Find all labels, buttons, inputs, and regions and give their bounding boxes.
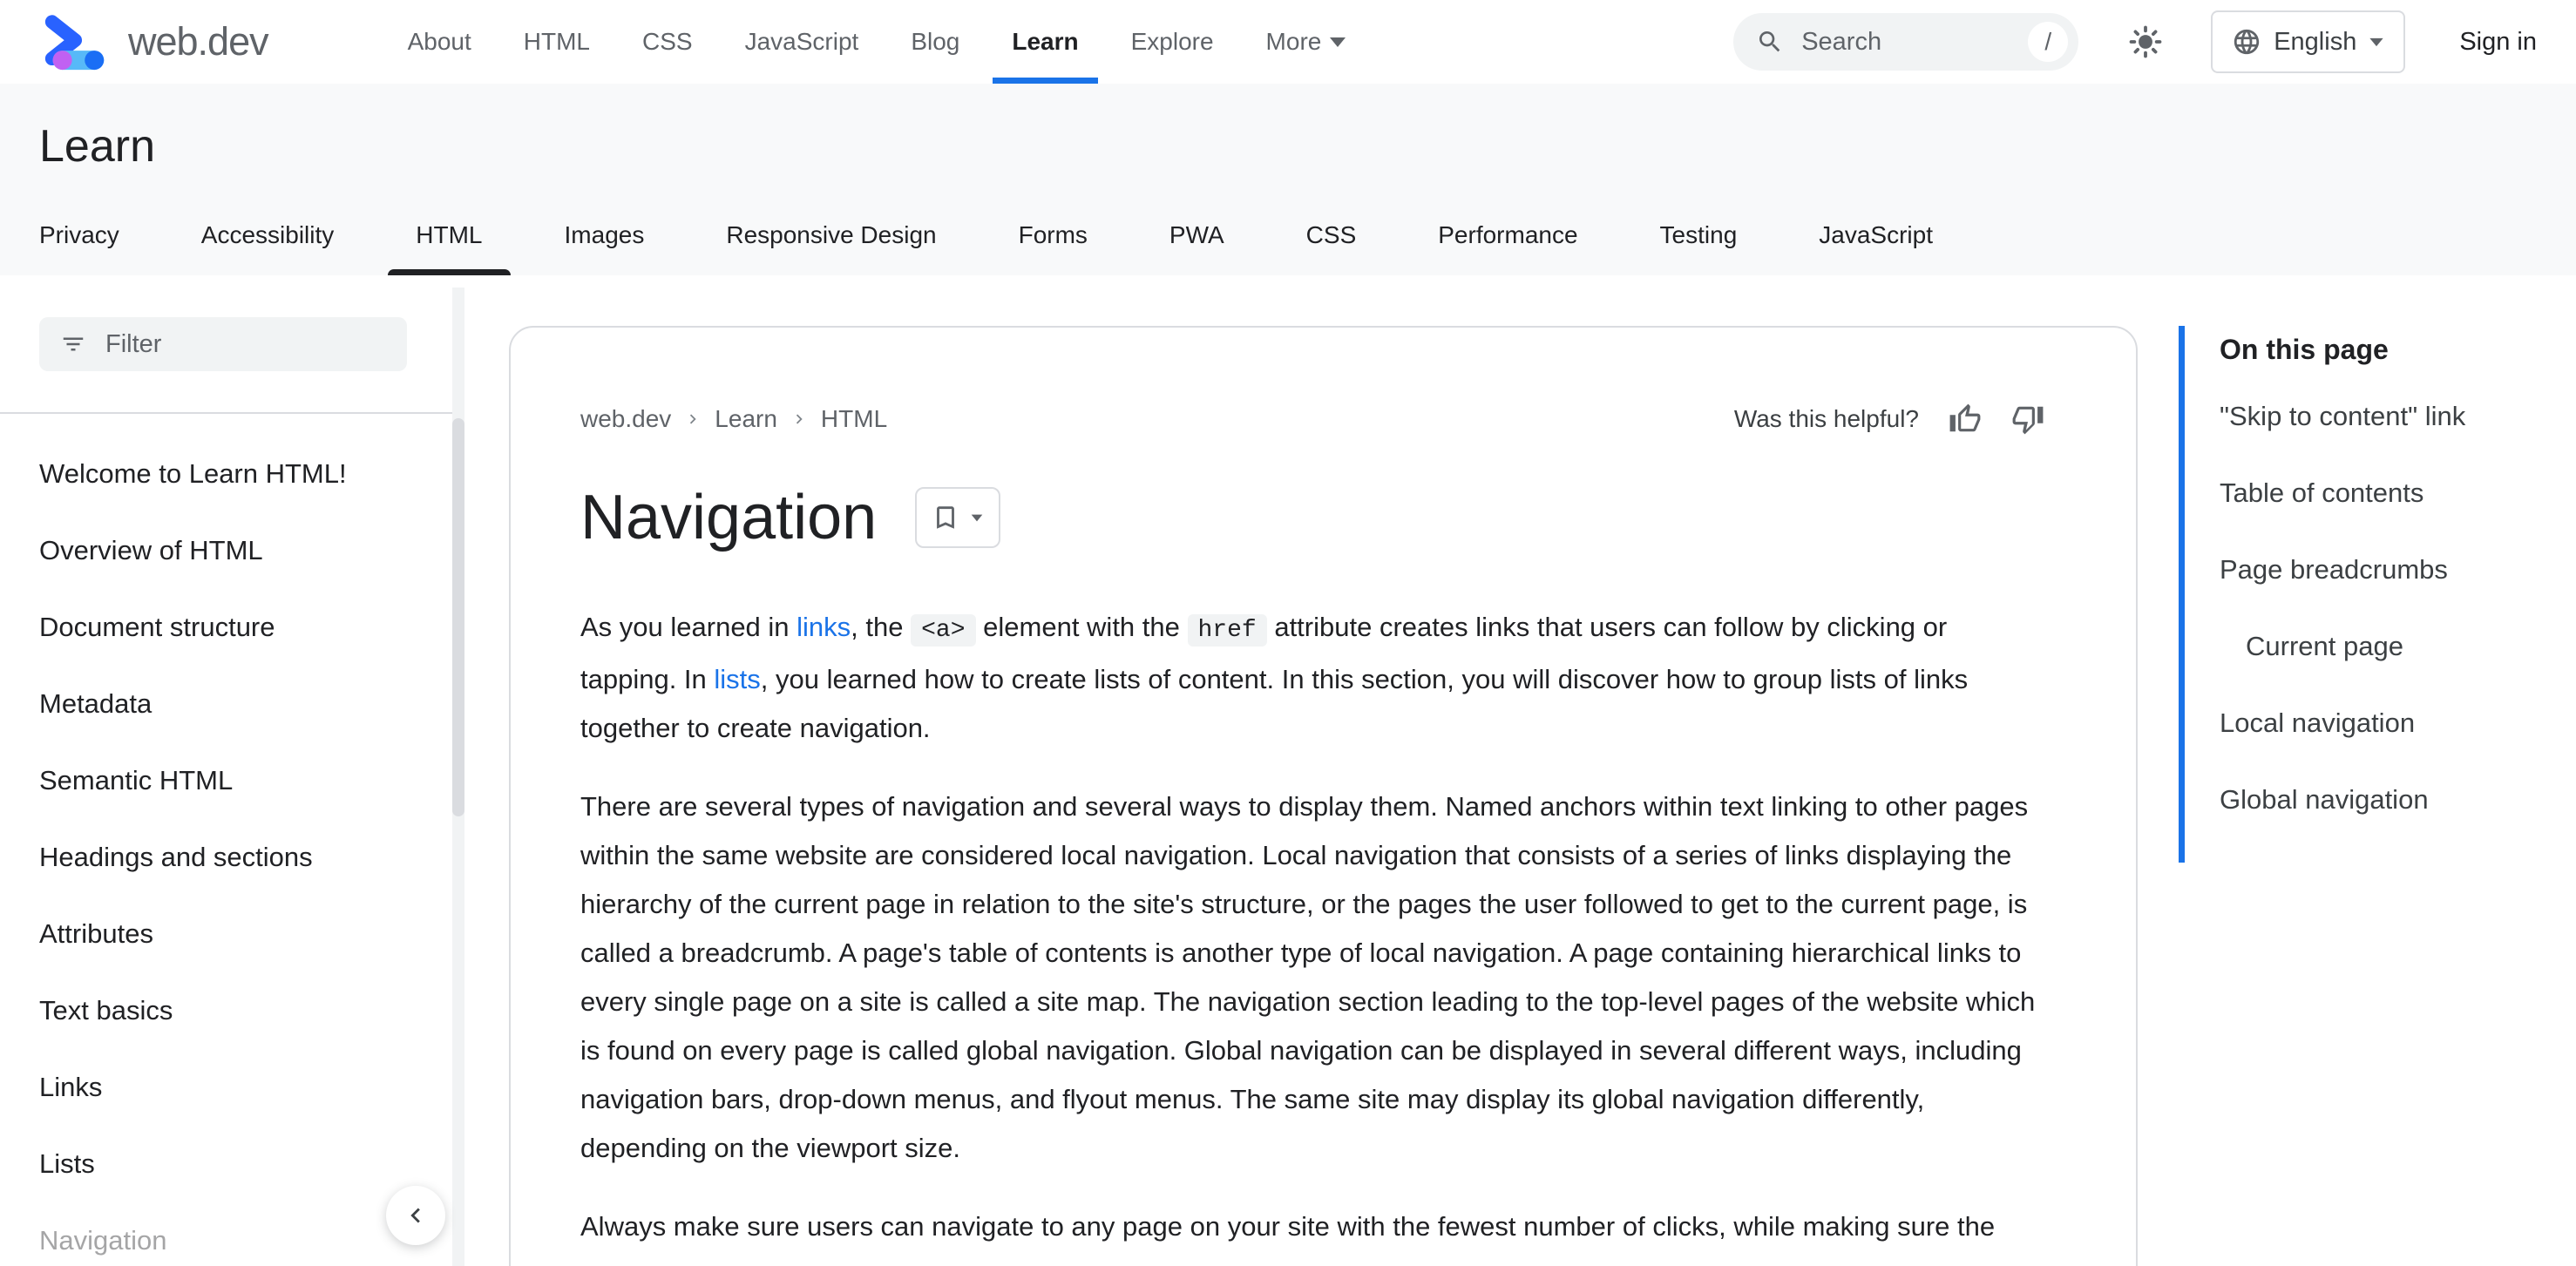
tab-accessibility[interactable]: Accessibility bbox=[201, 221, 334, 275]
paragraph: There are several types of navigation an… bbox=[580, 791, 2036, 1163]
chevron-down-icon bbox=[2369, 37, 2383, 46]
article-card: web.dev Learn HTML Was this helpful? Nav… bbox=[509, 326, 2138, 1266]
lesson-item-text-basics[interactable]: Text basics bbox=[39, 997, 414, 1025]
lesson-item-document-structure[interactable]: Document structure bbox=[39, 613, 414, 641]
lesson-item-attributes[interactable]: Attributes bbox=[39, 920, 414, 948]
inline-code: href bbox=[1187, 614, 1267, 647]
search-icon bbox=[1756, 28, 1784, 56]
language-label: English bbox=[2274, 27, 2357, 56]
tab-forms[interactable]: Forms bbox=[1019, 221, 1088, 275]
tab-html[interactable]: HTML bbox=[388, 221, 511, 275]
toc-list: "Skip to content" link Table of contents… bbox=[2220, 403, 2553, 814]
course-sidebar: Filter Welcome to Learn HTML! Overview o… bbox=[0, 275, 488, 1266]
nav-item-javascript[interactable]: JavaScript bbox=[719, 0, 885, 84]
chevron-down-icon bbox=[1330, 37, 1346, 47]
tab-images[interactable]: Images bbox=[565, 221, 645, 275]
search-input[interactable]: Search / bbox=[1733, 13, 2079, 71]
theme-toggle-button[interactable] bbox=[2129, 25, 2162, 58]
paragraph: As you learned in links, the <a> element… bbox=[580, 612, 1969, 743]
lesson-item-overview[interactable]: Overview of HTML bbox=[39, 537, 414, 565]
site-header: web.dev About HTML CSS JavaScript Blog L… bbox=[0, 0, 2576, 84]
toc-title: On this page bbox=[2220, 334, 2389, 365]
course-tabs: Privacy Accessibility HTML Images Respon… bbox=[39, 221, 1933, 275]
breadcrumb-webdev[interactable]: web.dev bbox=[580, 405, 671, 433]
paragraph: Always make sure users can navigate to a… bbox=[580, 1211, 1996, 1242]
nav-item-html[interactable]: HTML bbox=[498, 0, 616, 84]
chevron-right-icon bbox=[683, 410, 702, 429]
bookmark-icon bbox=[931, 503, 960, 532]
bookmark-button[interactable] bbox=[915, 487, 1001, 548]
webdev-logo-icon bbox=[39, 12, 116, 71]
brand-wordmark: web.dev bbox=[128, 19, 269, 64]
inline-link[interactable]: lists bbox=[714, 664, 760, 694]
chevron-right-icon bbox=[790, 410, 809, 429]
tab-responsive-design[interactable]: Responsive Design bbox=[726, 221, 936, 275]
sidebar-divider bbox=[0, 412, 452, 414]
content-region: Filter Welcome to Learn HTML! Overview o… bbox=[0, 275, 2576, 1266]
nav-item-more[interactable]: More bbox=[1240, 0, 1373, 84]
lesson-item-navigation[interactable]: Navigation bbox=[39, 1227, 414, 1255]
toc-item-current-page[interactable]: Current page bbox=[2220, 633, 2553, 660]
filter-input[interactable]: Filter bbox=[39, 317, 407, 371]
toc-item-skip-to-content[interactable]: "Skip to content" link bbox=[2220, 403, 2553, 430]
lesson-item-metadata[interactable]: Metadata bbox=[39, 690, 414, 718]
search-placeholder: Search bbox=[1801, 27, 1882, 56]
chevron-down-icon bbox=[971, 514, 983, 521]
inline-link[interactable]: links bbox=[797, 612, 851, 642]
sidebar-scrollbar-thumb[interactable] bbox=[452, 418, 464, 816]
article-body: As you learned in links, the <a> element… bbox=[580, 603, 2044, 1251]
tab-pwa[interactable]: PWA bbox=[1169, 221, 1224, 275]
feedback-question: Was this helpful? bbox=[1733, 405, 1919, 432]
search-shortcut-key: / bbox=[2028, 22, 2069, 62]
nav-item-about[interactable]: About bbox=[382, 0, 498, 84]
lesson-item-links[interactable]: Links bbox=[39, 1073, 414, 1101]
lesson-item-welcome[interactable]: Welcome to Learn HTML! bbox=[39, 460, 414, 488]
toc-item-page-breadcrumbs[interactable]: Page breadcrumbs bbox=[2220, 556, 2553, 584]
feedback-widget: Was this helpful? bbox=[1734, 403, 2044, 436]
page-title: Navigation bbox=[580, 483, 878, 552]
hero-title: Learn bbox=[39, 121, 155, 172]
filter-icon bbox=[60, 331, 86, 357]
nav-item-css[interactable]: CSS bbox=[616, 0, 719, 84]
breadcrumb-html[interactable]: HTML bbox=[821, 405, 887, 433]
tab-testing[interactable]: Testing bbox=[1660, 221, 1738, 275]
thumbs-down-button[interactable] bbox=[2011, 403, 2044, 436]
on-this-page-panel: On this page "Skip to content" link Tabl… bbox=[2179, 326, 2553, 863]
toc-item-table-of-contents[interactable]: Table of contents bbox=[2220, 479, 2553, 507]
webdev-logo[interactable]: web.dev bbox=[39, 12, 269, 71]
tab-javascript[interactable]: JavaScript bbox=[1819, 221, 1933, 275]
tab-css[interactable]: CSS bbox=[1306, 221, 1357, 275]
lesson-list: Welcome to Learn HTML! Overview of HTML … bbox=[39, 460, 414, 1266]
nav-item-explore[interactable]: Explore bbox=[1105, 0, 1240, 84]
toc-item-global-navigation[interactable]: Global navigation bbox=[2220, 786, 2553, 814]
tab-privacy[interactable]: Privacy bbox=[39, 221, 119, 275]
lesson-item-lists[interactable]: Lists bbox=[39, 1150, 414, 1178]
breadcrumb-learn[interactable]: Learn bbox=[715, 405, 777, 433]
sign-in-button[interactable]: Sign in bbox=[2459, 28, 2537, 57]
primary-nav: About HTML CSS JavaScript Blog Learn Exp… bbox=[382, 0, 1373, 84]
nav-item-learn[interactable]: Learn bbox=[986, 0, 1104, 84]
learn-hero: Learn Privacy Accessibility HTML Images … bbox=[0, 84, 2576, 275]
globe-icon bbox=[2232, 27, 2261, 57]
sun-icon bbox=[2129, 25, 2162, 58]
language-selector[interactable]: English bbox=[2211, 10, 2406, 73]
toc-item-local-navigation[interactable]: Local navigation bbox=[2220, 709, 2553, 737]
filter-placeholder: Filter bbox=[105, 329, 162, 358]
lesson-item-headings-sections[interactable]: Headings and sections bbox=[39, 843, 414, 871]
inline-code: <a> bbox=[911, 614, 976, 647]
tab-performance[interactable]: Performance bbox=[1438, 221, 1577, 275]
nav-item-blog[interactable]: Blog bbox=[885, 0, 986, 84]
sidebar-collapse-button[interactable] bbox=[386, 1186, 445, 1245]
lesson-item-semantic-html[interactable]: Semantic HTML bbox=[39, 767, 414, 795]
thumbs-up-button[interactable] bbox=[1949, 403, 1982, 436]
breadcrumb: web.dev Learn HTML bbox=[580, 405, 887, 433]
chevron-left-icon bbox=[401, 1201, 430, 1230]
